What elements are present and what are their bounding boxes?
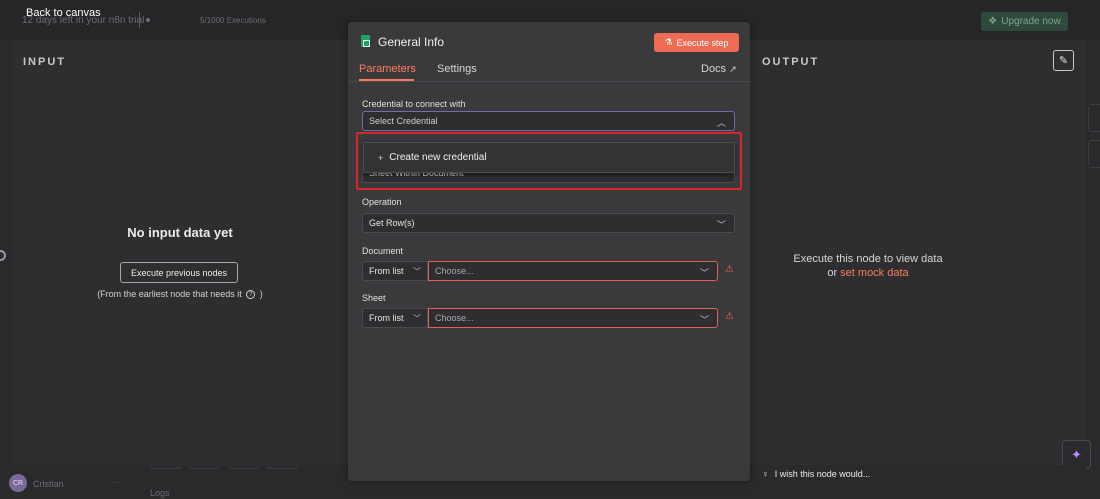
edit-icon[interactable]: ✎ (1053, 50, 1074, 71)
tab-parameters[interactable]: Parameters (359, 63, 416, 75)
input-panel: INPUT No input data yet Execute previous… (12, 40, 348, 465)
earliest-node-hint: (From the earliest node that needs it ? … (12, 289, 348, 300)
output-panel: OUTPUT ✎ Execute this node to view data … (750, 40, 1091, 469)
credential-placeholder: Select Credential (369, 116, 438, 126)
output-heading: OUTPUT (762, 56, 820, 68)
feedback-text: I wish this node would... (774, 469, 871, 479)
hint-text: (From the earliest node that needs it (97, 289, 242, 299)
active-tab-indicator (359, 79, 414, 81)
document-label: Document (362, 246, 404, 256)
no-input-title: No input data yet (127, 225, 233, 240)
side-tab (1088, 104, 1100, 132)
execute-previous-nodes-button[interactable]: Execute previous nodes (120, 262, 238, 283)
document-placeholder: Choose... (435, 266, 474, 276)
sheet-placeholder: Choose... (435, 313, 474, 323)
document-mode: From list (369, 266, 404, 276)
chevron-down-icon: ﹀ (699, 268, 709, 278)
question-icon[interactable]: ? (246, 290, 256, 300)
node-title[interactable]: General Info (378, 35, 444, 49)
tab-settings[interactable]: Settings (437, 63, 477, 75)
logs-label[interactable]: Logs (150, 488, 170, 498)
execute-step-button[interactable]: ⚗ Execute step (654, 33, 739, 52)
operation-select[interactable]: Get Row(s) ﹀ (362, 213, 735, 233)
upgrade-label: Upgrade now (1001, 16, 1061, 27)
chevron-down-icon: ﹀ (413, 267, 421, 276)
back-to-canvas-link[interactable]: Back to canvas (26, 7, 101, 19)
chevron-down-icon: ﹀ (413, 314, 421, 323)
chevron-down-icon: ﹀ (699, 315, 709, 325)
operation-label: Operation (362, 197, 402, 207)
user-name: Cristian (33, 479, 64, 489)
dot-icon (146, 18, 150, 22)
divider (139, 12, 140, 28)
docs-link[interactable]: Docs ↗ (701, 63, 737, 75)
gift-icon: ❖ (988, 16, 998, 27)
node-header: General Info ⚗ Execute step Parameters S… (348, 22, 750, 82)
executions-count: 5/1000 Executions (200, 16, 266, 25)
chevron-down-icon: ﹀ (716, 220, 726, 230)
highlight-annotation (356, 132, 742, 190)
sheet-label: Sheet (362, 293, 386, 303)
credential-label: Credential to connect with (362, 99, 466, 109)
operation-value: Get Row(s) (369, 218, 415, 228)
flask-icon: ⚗ (664, 37, 673, 47)
sheet-mode-select[interactable]: From list ﹀ (362, 308, 428, 328)
warning-icon: ⚠ (725, 311, 734, 322)
upgrade-button[interactable]: ❖ Upgrade now (981, 12, 1068, 31)
more-icon[interactable]: ··· (112, 477, 121, 487)
document-select[interactable]: Choose... ﹀ (428, 261, 718, 281)
warning-icon: ⚠ (725, 264, 734, 275)
set-mock-data-link[interactable]: set mock data (840, 267, 908, 279)
sheet-mode: From list (369, 313, 404, 323)
node-details-modal: General Info ⚗ Execute step Parameters S… (348, 22, 750, 481)
sheet-select[interactable]: Choose... ﹀ (428, 308, 718, 328)
output-message: Execute this node to view data or set mo… (750, 252, 986, 280)
node-connector-icon (0, 250, 6, 261)
external-link-icon: ↗ (729, 64, 737, 74)
output-message-line: Execute this node to view data (793, 253, 943, 265)
execute-step-label: Execute step (676, 37, 729, 48)
side-tab (1088, 140, 1100, 168)
input-heading: INPUT (23, 56, 66, 68)
lightbulb-icon: ♀ (762, 469, 769, 479)
document-mode-select[interactable]: From list ﹀ (362, 261, 428, 281)
hint-text-end: ) (259, 289, 263, 299)
feedback-bar[interactable]: ♀ I wish this node would... (750, 465, 1086, 483)
docs-label: Docs (701, 63, 727, 75)
output-or: or (827, 267, 838, 279)
google-sheets-icon (361, 35, 370, 47)
avatar[interactable]: CR (9, 474, 27, 492)
credential-select[interactable]: Select Credential ︿ (362, 111, 735, 131)
chevron-up-icon: ︿ (716, 118, 726, 128)
